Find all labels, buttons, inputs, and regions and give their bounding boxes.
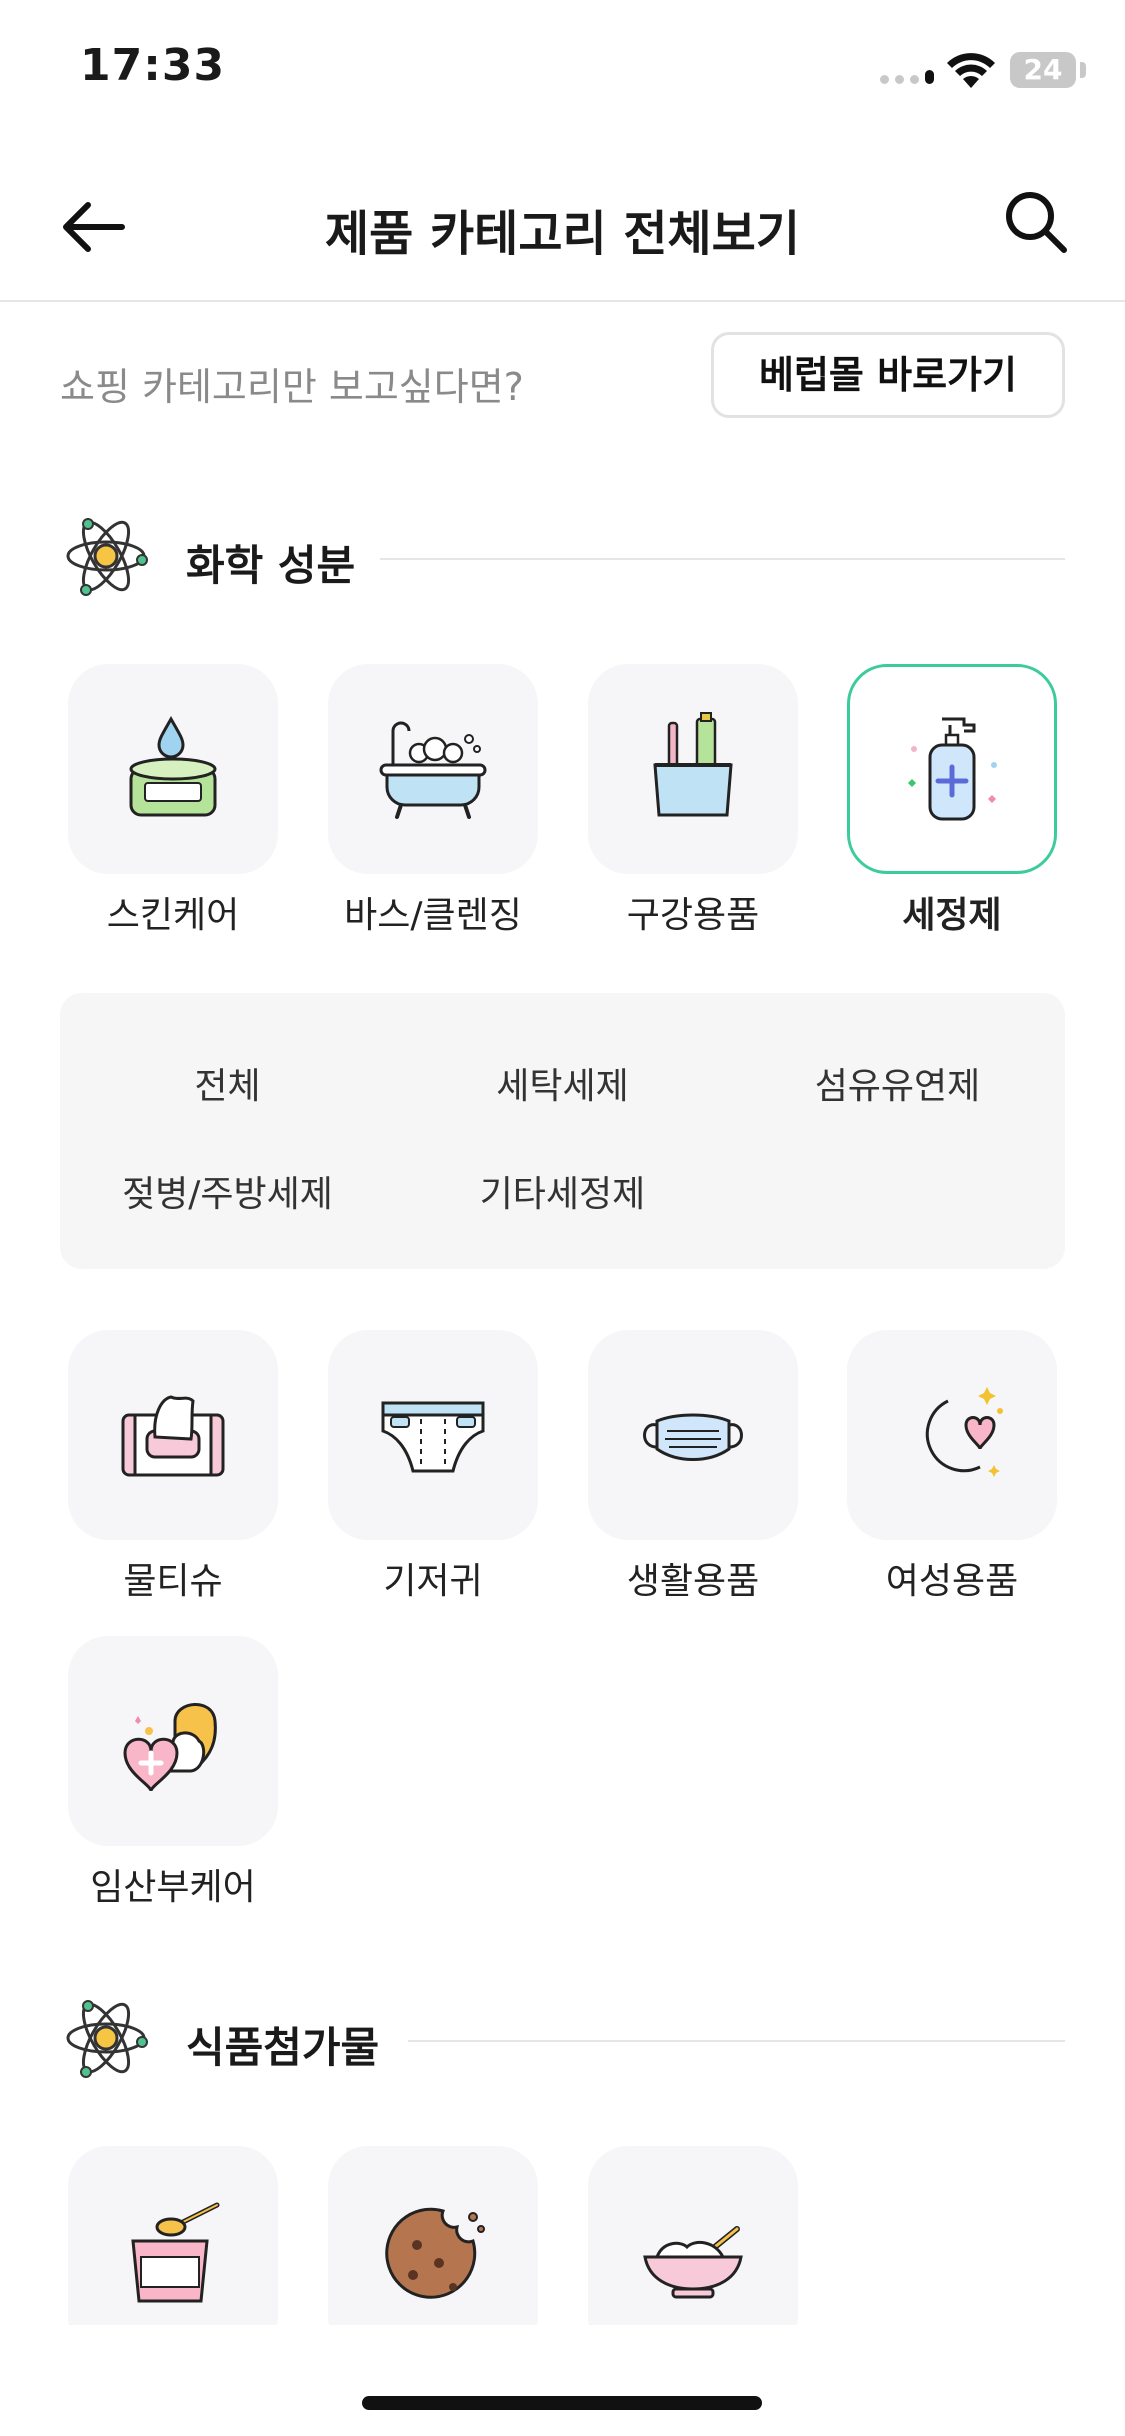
- subcategory-laundry-detergent[interactable]: 세탁세제: [395, 1057, 730, 1109]
- bathtub-icon: [379, 721, 487, 819]
- page-title: 제품 카테고리 전체보기: [324, 206, 801, 262]
- diaper-icon: [381, 1401, 485, 1473]
- category-label: 기저귀: [383, 1561, 483, 1602]
- category-skincare[interactable]: [68, 664, 278, 874]
- baby-food-bowl-icon: [643, 2226, 743, 2299]
- status-time: 17:33: [80, 40, 226, 91]
- wifi-icon: [947, 53, 995, 88]
- category-oral-care[interactable]: [588, 664, 798, 874]
- status-bar: 17:33 24: [0, 0, 1125, 140]
- subcategory-bottle-dish-detergent[interactable]: 젖병/주방세제: [60, 1165, 395, 1217]
- face-mask-icon: [643, 1413, 743, 1461]
- category-label: 임산부케어: [90, 1867, 256, 1908]
- home-indicator: [362, 2396, 762, 2410]
- subcategory-fabric-softener[interactable]: 섬유유연제: [730, 1057, 1065, 1109]
- formula-cup-icon: [131, 2202, 220, 2303]
- category-label: 스킨케어: [106, 895, 240, 936]
- section-header-food-additives: 식품첨가물: [60, 1990, 1065, 2090]
- subcategory-all[interactable]: 전체: [60, 1057, 395, 1109]
- battery-icon: 24: [1010, 52, 1076, 88]
- signal-icon: [880, 70, 934, 84]
- mall-shortcut-button[interactable]: 베럽몰 바로가기: [711, 332, 1065, 418]
- category-label: 구강용품: [626, 895, 760, 936]
- heart-care-icon: [123, 1703, 217, 1792]
- section-title: 화학 성분: [186, 541, 356, 590]
- category-label: 생활용품: [626, 1561, 760, 1602]
- atom-icon: [66, 518, 148, 596]
- category-diaper[interactable]: [328, 1330, 538, 1540]
- category-feminine[interactable]: [847, 1330, 1057, 1540]
- category-wet-wipes[interactable]: [68, 1330, 278, 1540]
- moon-heart-icon: [925, 1387, 1003, 1477]
- subcategory-panel: 전체 세탁세제 섬유유연제 젖병/주방세제 기타세정제: [60, 993, 1065, 1269]
- atom-icon: [66, 2000, 148, 2078]
- wet-wipes-icon: [121, 1395, 225, 1477]
- sanitizer-bottle-icon: [908, 717, 997, 821]
- category-bath-cleansing[interactable]: [328, 664, 538, 874]
- category-maternity-care[interactable]: [68, 1636, 278, 1846]
- navigation-bar: 제품 카테고리 전체보기: [0, 150, 1125, 302]
- shopping-promo: 쇼핑 카테고리만 보고싶다면? 베럽몰 바로가기: [60, 330, 1065, 426]
- toothbrush-cup-icon: [653, 712, 733, 817]
- category-detergent[interactable]: [847, 664, 1057, 874]
- subcategory-other-cleaners[interactable]: 기타세정제: [395, 1165, 730, 1217]
- category-household[interactable]: [588, 1330, 798, 1540]
- battery-cap: [1080, 62, 1086, 78]
- section-divider: [408, 2040, 1065, 2042]
- category-label: 여성용품: [885, 1561, 1019, 1602]
- battery-level: 24: [1023, 53, 1063, 86]
- category-label: 세정제: [902, 895, 1002, 936]
- cream-jar-icon: [129, 715, 217, 817]
- bottom-safe-area: [0, 2325, 1125, 2436]
- cookie-icon: [385, 2207, 485, 2299]
- section-divider: [380, 558, 1065, 560]
- search-icon[interactable]: [1000, 186, 1070, 256]
- category-label: 바스/클렌징: [344, 895, 522, 936]
- promo-text: 쇼핑 카테고리만 보고싶다면?: [60, 365, 524, 409]
- section-title: 식품첨가물: [186, 2023, 380, 2072]
- category-label: 물티슈: [123, 1561, 223, 1602]
- section-header-chemical: 화학 성분: [60, 508, 1065, 608]
